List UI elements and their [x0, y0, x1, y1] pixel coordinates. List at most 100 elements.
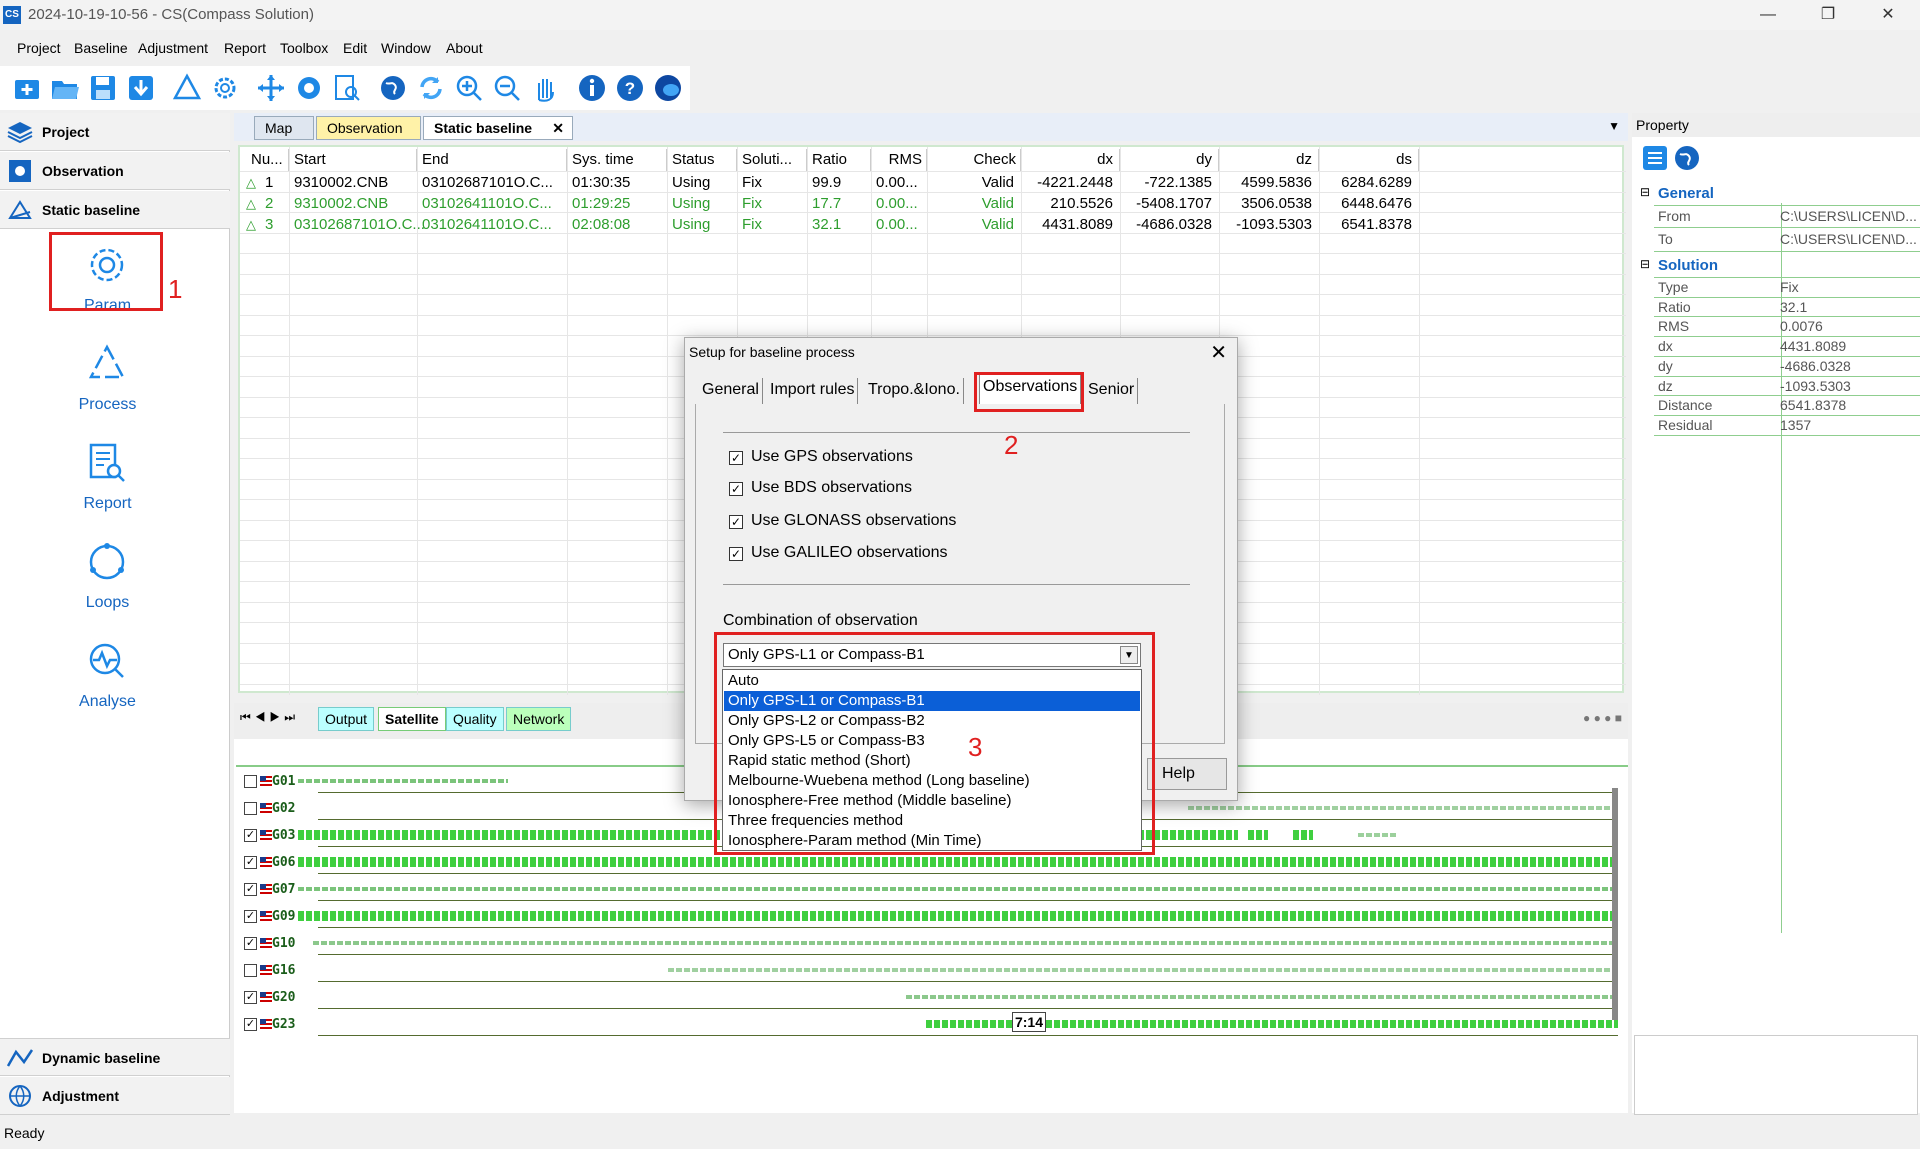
info-icon[interactable] — [577, 73, 607, 103]
table-cell[interactable]: 17.7 — [812, 194, 864, 214]
globe-icon[interactable] — [378, 73, 408, 103]
process-button[interactable]: Process — [50, 332, 165, 422]
table-cell[interactable]: Using — [672, 194, 730, 214]
globe-icon[interactable] — [1674, 145, 1700, 171]
table-cell[interactable]: 03102641101O.C... — [422, 194, 560, 214]
tab-quality[interactable]: Quality — [446, 707, 504, 731]
satellite-checkbox[interactable]: ✓ — [244, 883, 257, 896]
dialog-tab-general[interactable]: General — [699, 378, 763, 404]
tab-observation[interactable]: Observation — [316, 116, 421, 140]
satellite-checkbox[interactable] — [244, 802, 257, 815]
col-header-rms[interactable]: RMS — [871, 149, 927, 171]
col-header-dx[interactable]: dx — [1021, 149, 1120, 171]
table-cell[interactable]: Fix — [742, 194, 800, 214]
menu-adjustment[interactable]: Adjustment — [138, 40, 208, 56]
satellite-checkbox[interactable]: ✓ — [244, 937, 257, 950]
satellite-checkbox[interactable]: ✓ — [244, 856, 257, 869]
tab-static-baseline[interactable]: Static baseline ✕ — [423, 116, 573, 140]
gear-icon[interactable] — [294, 73, 324, 103]
table-cell[interactable]: 0.00... — [876, 194, 920, 214]
help-icon[interactable]: ? — [615, 73, 645, 103]
table-cell[interactable]: 03102687101O.C... — [422, 173, 560, 193]
col-header-sys-time[interactable]: Sys. time — [567, 149, 667, 171]
nav-project[interactable]: Project — [0, 113, 230, 151]
menu-project[interactable]: Project — [17, 40, 61, 56]
table-cell[interactable]: 0.00... — [876, 173, 920, 193]
table-cell[interactable]: Valid — [932, 215, 1014, 235]
table-cell[interactable]: -4686.0328 — [1125, 215, 1212, 235]
table-cell[interactable]: 0.00... — [876, 215, 920, 235]
table-cell[interactable]: 6284.6289 — [1324, 173, 1412, 193]
loops-button[interactable]: Loops — [50, 530, 165, 620]
col-header-dy[interactable]: dy — [1120, 149, 1219, 171]
col-header-check[interactable]: Check — [927, 149, 1021, 171]
table-cell[interactable]: 32.1 — [812, 215, 864, 235]
table-cell[interactable]: 01:30:35 — [572, 173, 660, 193]
tab-satellite[interactable]: Satellite — [378, 707, 446, 731]
table-cell[interactable]: -1093.5303 — [1224, 215, 1312, 235]
menu-about[interactable]: About — [446, 40, 483, 56]
collapse-general-icon[interactable]: ⊟ — [1640, 185, 1650, 199]
save-icon[interactable] — [88, 73, 118, 103]
table-cell[interactable]: -4221.2448 — [1026, 173, 1113, 193]
nav-observation[interactable]: Observation — [0, 152, 230, 190]
import-icon[interactable] — [126, 73, 156, 103]
open-folder-icon[interactable] — [50, 73, 80, 103]
col-header-status[interactable]: Status — [667, 149, 737, 171]
report-button[interactable]: Report — [50, 431, 165, 521]
table-cell[interactable]: Using — [672, 173, 730, 193]
earth-icon[interactable] — [653, 73, 683, 103]
table-cell[interactable]: 99.9 — [812, 173, 864, 193]
table-cell[interactable]: 6448.6476 — [1324, 194, 1412, 214]
tab-map[interactable]: Map — [254, 116, 314, 140]
dialog-tab-import-rules[interactable]: Import rules — [767, 378, 859, 404]
table-cell[interactable]: 4599.5836 — [1224, 173, 1312, 193]
new-project-icon[interactable] — [12, 73, 42, 103]
col-header-start[interactable]: Start — [289, 149, 417, 171]
table-cell[interactable]: Valid — [932, 173, 1014, 193]
satellite-checkbox[interactable] — [244, 775, 257, 788]
close-tab-icon[interactable]: ✕ — [552, 117, 564, 139]
table-cell[interactable]: Fix — [742, 215, 800, 235]
satellite-checkbox[interactable]: ✓ — [244, 1018, 257, 1031]
menu-window[interactable]: Window — [381, 40, 431, 56]
tab-network[interactable]: Network — [506, 707, 572, 731]
menu-toolbox[interactable]: Toolbox — [280, 40, 328, 56]
nav-arrows[interactable]: ⏮◀▶⏭ — [240, 710, 299, 725]
table-cell[interactable]: 9310002.CNB — [294, 194, 410, 214]
satellite-checkbox[interactable]: ✓ — [244, 829, 257, 842]
dialog-close-icon[interactable]: ✕ — [1210, 340, 1227, 365]
zoom-out-icon[interactable] — [492, 73, 522, 103]
satellite-checkbox[interactable]: ✓ — [244, 991, 257, 1004]
minimize-button[interactable]: — — [1748, 4, 1788, 26]
satellite-checkbox[interactable]: ✓ — [244, 910, 257, 923]
menu-edit[interactable]: Edit — [343, 40, 367, 56]
zoom-in-icon[interactable] — [454, 73, 484, 103]
table-cell[interactable]: 01:29:25 — [572, 194, 660, 214]
dialog-tab-senior[interactable]: Senior — [1085, 378, 1139, 404]
table-cell[interactable]: Valid — [932, 194, 1014, 214]
close-window-button[interactable]: ✕ — [1868, 4, 1908, 26]
table-cell[interactable]: -5408.1707 — [1125, 194, 1212, 214]
col-header-number[interactable]: Nu... — [246, 149, 289, 171]
table-cell[interactable]: Fix — [742, 173, 800, 193]
list-view-icon[interactable] — [1642, 145, 1668, 171]
pan-hand-icon[interactable] — [530, 73, 560, 103]
process-icon[interactable] — [172, 73, 202, 103]
collapse-solution-icon[interactable]: ⊟ — [1640, 257, 1650, 271]
table-cell[interactable]: 210.5526 — [1026, 194, 1113, 214]
vertical-scrollbar[interactable] — [1612, 788, 1618, 1020]
help-button[interactable]: Help — [1147, 758, 1227, 790]
col-header-end[interactable]: End — [417, 149, 567, 171]
nav-adjustment[interactable]: Adjustment — [0, 1077, 230, 1115]
menu-baseline[interactable]: Baseline — [74, 40, 128, 56]
table-cell[interactable]: 03102641101O.C... — [422, 215, 560, 235]
refresh-icon[interactable] — [416, 73, 446, 103]
table-cell[interactable]: 3506.0538 — [1224, 194, 1312, 214]
panel-controls-icon[interactable]: ● ● ● ■ — [1583, 711, 1622, 725]
table-cell[interactable]: 02:08:08 — [572, 215, 660, 235]
table-cell[interactable]: 6541.8378 — [1324, 215, 1412, 235]
col-header-dz[interactable]: dz — [1219, 149, 1319, 171]
satellite-checkbox[interactable] — [244, 964, 257, 977]
tab-list-dropdown-icon[interactable]: ▼ — [1608, 119, 1620, 133]
